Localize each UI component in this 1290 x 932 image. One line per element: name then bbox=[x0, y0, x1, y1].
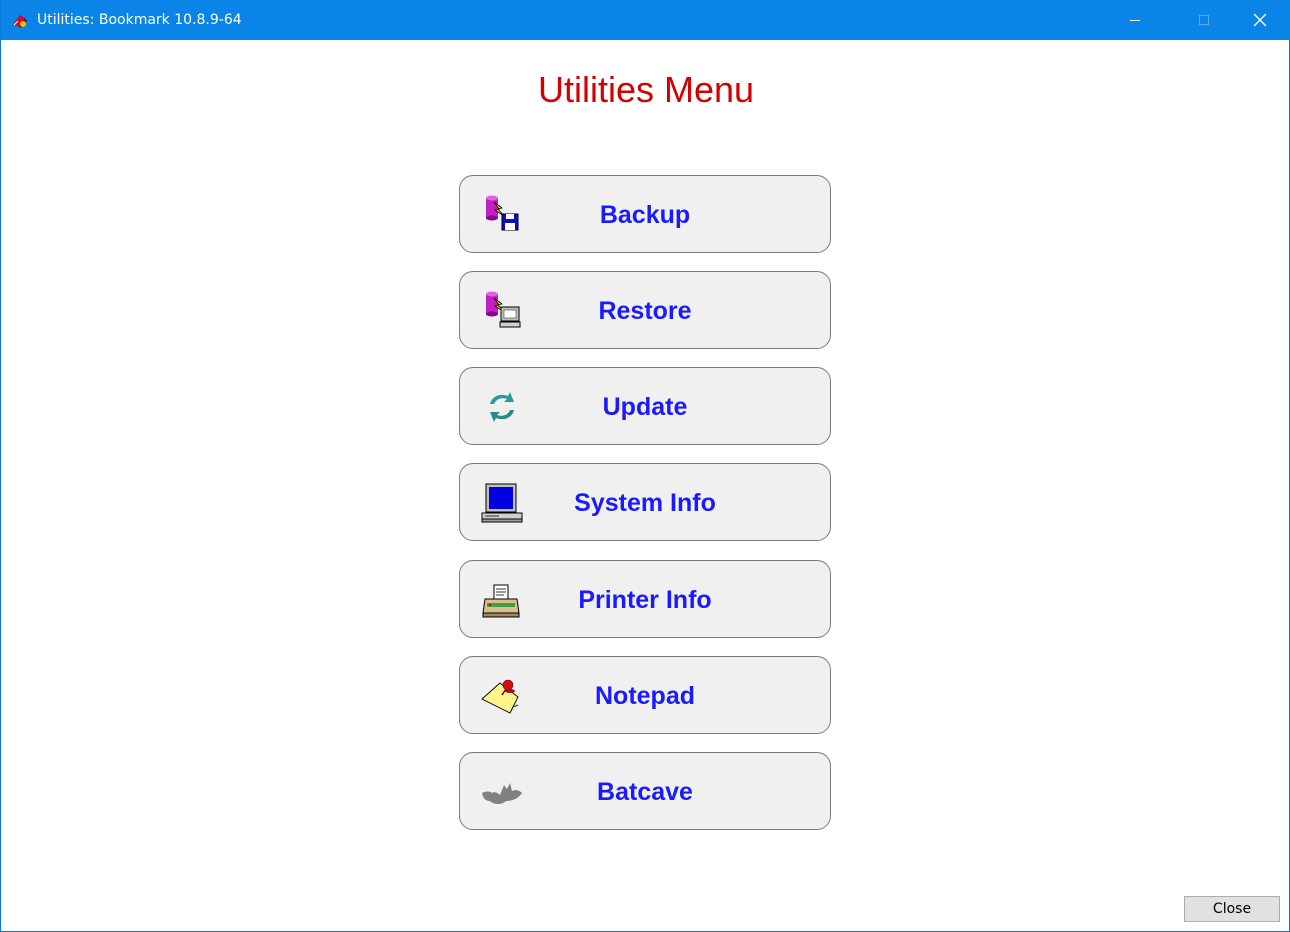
backup-button[interactable]: Backup bbox=[459, 175, 831, 253]
update-button[interactable]: Update bbox=[459, 367, 831, 445]
close-icon bbox=[1253, 13, 1267, 27]
backup-label: Backup bbox=[599, 201, 691, 229]
notepad-label: Notepad bbox=[595, 682, 695, 710]
printer-icon bbox=[482, 584, 520, 618]
close-window-button[interactable] bbox=[1237, 0, 1283, 40]
computer-monitor-icon bbox=[481, 483, 523, 523]
minimize-button[interactable] bbox=[1112, 0, 1158, 40]
close-button[interactable]: Close bbox=[1184, 896, 1280, 922]
bat-icon bbox=[482, 783, 522, 804]
printer-info-button[interactable]: Printer Info bbox=[459, 560, 831, 638]
sticky-note-pin-icon bbox=[481, 679, 519, 714]
page-title: Utilities Menu bbox=[537, 69, 755, 110]
printer-info-label: Printer Info bbox=[578, 586, 712, 614]
utilities-window: Utilities: Bookmark 10.8.9-64 Utilities … bbox=[0, 0, 1290, 932]
batcave-button[interactable]: Batcave bbox=[459, 752, 831, 830]
batcave-label: Batcave bbox=[597, 778, 693, 806]
update-arrows-icon bbox=[490, 392, 514, 422]
restore-database-computer-icon bbox=[486, 291, 521, 328]
notepad-button[interactable]: Notepad bbox=[459, 656, 831, 734]
window-title: Utilities: Bookmark 10.8.9-64 bbox=[37, 12, 242, 28]
update-label: Update bbox=[602, 393, 688, 421]
restore-label: Restore bbox=[598, 297, 692, 325]
restore-button[interactable]: Restore bbox=[459, 271, 831, 349]
system-info-button[interactable]: System Info bbox=[459, 463, 831, 541]
maximize-button[interactable] bbox=[1181, 0, 1227, 40]
system-info-label: System Info bbox=[574, 489, 716, 517]
title-bar[interactable]: Utilities: Bookmark 10.8.9-64 bbox=[1, 0, 1290, 40]
bookmark-app-icon bbox=[13, 15, 27, 28]
maximize-icon bbox=[1199, 15, 1209, 25]
backup-database-floppy-icon bbox=[486, 195, 519, 231]
minimize-icon bbox=[1130, 20, 1140, 21]
